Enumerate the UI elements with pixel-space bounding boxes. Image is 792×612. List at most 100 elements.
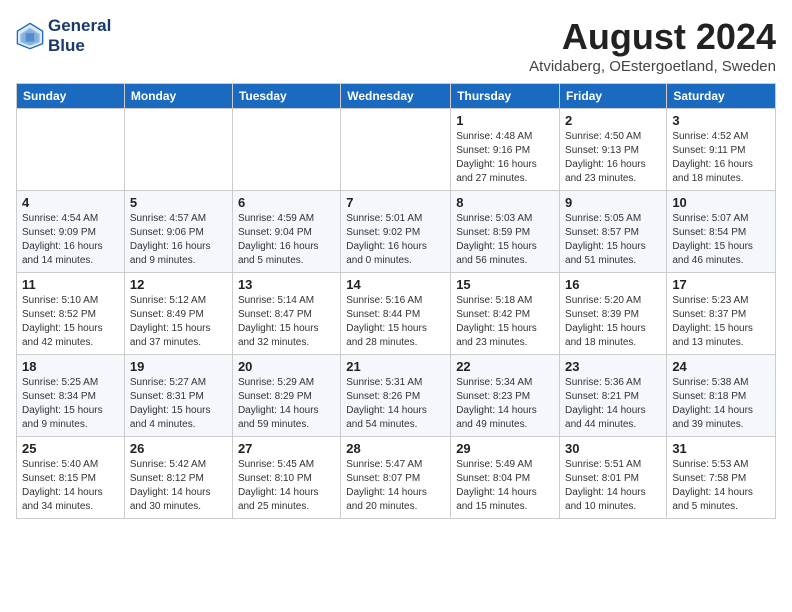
cell-day-number: 31 [672, 441, 770, 456]
calendar-cell [341, 109, 451, 191]
cell-daylight-info: Sunrise: 5:29 AM Sunset: 8:29 PM Dayligh… [238, 376, 335, 432]
calendar-cell: 20 Sunrise: 5:29 AM Sunset: 8:29 PM Dayli… [232, 355, 340, 437]
cell-daylight-info: Sunrise: 5:18 AM Sunset: 8:42 PM Dayligh… [456, 294, 554, 350]
calendar-cell: 19 Sunrise: 5:27 AM Sunset: 8:31 PM Dayli… [124, 355, 232, 437]
cell-day-number: 4 [22, 195, 119, 210]
cell-daylight-info: Sunrise: 5:03 AM Sunset: 8:59 PM Dayligh… [456, 212, 554, 268]
calendar-cell: 17 Sunrise: 5:23 AM Sunset: 8:37 PM Dayli… [667, 273, 776, 355]
cell-daylight-info: Sunrise: 5:45 AM Sunset: 8:10 PM Dayligh… [238, 458, 335, 514]
cell-day-number: 18 [22, 359, 119, 374]
cell-daylight-info: Sunrise: 5:36 AM Sunset: 8:21 PM Dayligh… [565, 376, 661, 432]
cell-daylight-info: Sunrise: 4:59 AM Sunset: 9:04 PM Dayligh… [238, 212, 335, 268]
logo-icon [16, 22, 44, 50]
calendar-cell: 31Sunrise: 5:53 AM Sunset: 7:58 PM Dayli… [667, 437, 776, 519]
calendar-week-row: 4 Sunrise: 4:54 AM Sunset: 9:09 PM Daylig… [17, 191, 776, 273]
cell-day-number: 15 [456, 277, 554, 292]
cell-day-number: 24 [672, 359, 770, 374]
cell-daylight-info: Sunrise: 5:40 AM Sunset: 8:15 PM Dayligh… [22, 458, 119, 514]
calendar-cell: 26Sunrise: 5:42 AM Sunset: 8:12 PM Dayli… [124, 437, 232, 519]
weekday-header: Saturday [667, 84, 776, 109]
cell-day-number: 29 [456, 441, 554, 456]
calendar-cell: 30 Sunrise: 5:51 AM Sunset: 8:01 PM Dayli… [560, 437, 667, 519]
calendar-cell: 16 Sunrise: 5:20 AM Sunset: 8:39 PM Dayli… [560, 273, 667, 355]
calendar-subtitle: Atvidaberg, OEstergoetland, Sweden [529, 58, 776, 75]
weekday-header: Thursday [451, 84, 560, 109]
calendar-cell: 1 Sunrise: 4:48 AM Sunset: 9:16 PM Daylig… [451, 109, 560, 191]
cell-daylight-info: Sunrise: 5:27 AM Sunset: 8:31 PM Dayligh… [130, 376, 227, 432]
calendar-cell: 11 Sunrise: 5:10 AM Sunset: 8:52 PM Dayli… [17, 273, 125, 355]
calendar-cell: 13 Sunrise: 5:14 AM Sunset: 8:47 PM Dayli… [232, 273, 340, 355]
cell-day-number: 26 [130, 441, 227, 456]
cell-day-number: 10 [672, 195, 770, 210]
cell-daylight-info: Sunrise: 5:34 AM Sunset: 8:23 PM Dayligh… [456, 376, 554, 432]
cell-day-number: 11 [22, 277, 119, 292]
cell-day-number: 16 [565, 277, 661, 292]
cell-daylight-info: Sunrise: 5:07 AM Sunset: 8:54 PM Dayligh… [672, 212, 770, 268]
cell-daylight-info: Sunrise: 4:50 AM Sunset: 9:13 PM Dayligh… [565, 130, 661, 186]
weekday-header: Tuesday [232, 84, 340, 109]
cell-day-number: 25 [22, 441, 119, 456]
cell-day-number: 13 [238, 277, 335, 292]
cell-daylight-info: Sunrise: 5:38 AM Sunset: 8:18 PM Dayligh… [672, 376, 770, 432]
cell-day-number: 20 [238, 359, 335, 374]
cell-day-number: 1 [456, 113, 554, 128]
calendar-cell: 18 Sunrise: 5:25 AM Sunset: 8:34 PM Dayli… [17, 355, 125, 437]
calendar-cell: 21 Sunrise: 5:31 AM Sunset: 8:26 PM Dayli… [341, 355, 451, 437]
cell-daylight-info: Sunrise: 5:05 AM Sunset: 8:57 PM Dayligh… [565, 212, 661, 268]
cell-daylight-info: Sunrise: 5:20 AM Sunset: 8:39 PM Dayligh… [565, 294, 661, 350]
cell-daylight-info: Sunrise: 4:54 AM Sunset: 9:09 PM Dayligh… [22, 212, 119, 268]
calendar-cell: 3 Sunrise: 4:52 AM Sunset: 9:11 PM Daylig… [667, 109, 776, 191]
calendar-cell: 29Sunrise: 5:49 AM Sunset: 8:04 PM Dayli… [451, 437, 560, 519]
weekday-header-row: SundayMondayTuesdayWednesdayThursdayFrid… [17, 84, 776, 109]
calendar-cell: 2 Sunrise: 4:50 AM Sunset: 9:13 PM Daylig… [560, 109, 667, 191]
calendar-cell: 25 Sunrise: 5:40 AM Sunset: 8:15 PM Dayli… [17, 437, 125, 519]
calendar-title: August 2024 [529, 16, 776, 58]
cell-daylight-info: Sunrise: 5:14 AM Sunset: 8:47 PM Dayligh… [238, 294, 335, 350]
cell-day-number: 6 [238, 195, 335, 210]
cell-day-number: 12 [130, 277, 227, 292]
cell-day-number: 3 [672, 113, 770, 128]
page-header: General Blue August 2024 Atvidaberg, OEs… [16, 16, 776, 75]
calendar-cell [17, 109, 125, 191]
cell-daylight-info: Sunrise: 5:12 AM Sunset: 8:49 PM Dayligh… [130, 294, 227, 350]
calendar-cell: 24 Sunrise: 5:38 AM Sunset: 8:18 PM Dayli… [667, 355, 776, 437]
calendar-week-row: 11 Sunrise: 5:10 AM Sunset: 8:52 PM Dayli… [17, 273, 776, 355]
cell-daylight-info: Sunrise: 4:52 AM Sunset: 9:11 PM Dayligh… [672, 130, 770, 186]
cell-daylight-info: Sunrise: 5:51 AM Sunset: 8:01 PM Dayligh… [565, 458, 661, 514]
cell-day-number: 27 [238, 441, 335, 456]
cell-day-number: 30 [565, 441, 661, 456]
cell-day-number: 17 [672, 277, 770, 292]
cell-day-number: 14 [346, 277, 445, 292]
cell-daylight-info: Sunrise: 4:48 AM Sunset: 9:16 PM Dayligh… [456, 130, 554, 186]
cell-daylight-info: Sunrise: 5:16 AM Sunset: 8:44 PM Dayligh… [346, 294, 445, 350]
calendar-cell: 9 Sunrise: 5:05 AM Sunset: 8:57 PM Daylig… [560, 191, 667, 273]
calendar-cell: 8Sunrise: 5:03 AM Sunset: 8:59 PM Daylig… [451, 191, 560, 273]
calendar-cell: 22 Sunrise: 5:34 AM Sunset: 8:23 PM Dayli… [451, 355, 560, 437]
cell-day-number: 23 [565, 359, 661, 374]
cell-day-number: 21 [346, 359, 445, 374]
cell-day-number: 19 [130, 359, 227, 374]
calendar-cell: 7Sunrise: 5:01 AM Sunset: 9:02 PM Daylig… [341, 191, 451, 273]
calendar-cell: 28 Sunrise: 5:47 AM Sunset: 8:07 PM Dayli… [341, 437, 451, 519]
cell-day-number: 2 [565, 113, 661, 128]
calendar-week-row: 18 Sunrise: 5:25 AM Sunset: 8:34 PM Dayli… [17, 355, 776, 437]
cell-daylight-info: Sunrise: 5:47 AM Sunset: 8:07 PM Dayligh… [346, 458, 445, 514]
logo: General Blue [16, 16, 111, 55]
cell-daylight-info: Sunrise: 5:31 AM Sunset: 8:26 PM Dayligh… [346, 376, 445, 432]
cell-daylight-info: Sunrise: 5:10 AM Sunset: 8:52 PM Dayligh… [22, 294, 119, 350]
cell-day-number: 9 [565, 195, 661, 210]
weekday-header: Friday [560, 84, 667, 109]
calendar-cell: 4 Sunrise: 4:54 AM Sunset: 9:09 PM Daylig… [17, 191, 125, 273]
cell-daylight-info: Sunrise: 5:23 AM Sunset: 8:37 PM Dayligh… [672, 294, 770, 350]
cell-day-number: 22 [456, 359, 554, 374]
calendar-table: SundayMondayTuesdayWednesdayThursdayFrid… [16, 83, 776, 519]
calendar-cell: 14 Sunrise: 5:16 AM Sunset: 8:44 PM Dayli… [341, 273, 451, 355]
cell-daylight-info: Sunrise: 5:25 AM Sunset: 8:34 PM Dayligh… [22, 376, 119, 432]
calendar-cell: 12 Sunrise: 5:12 AM Sunset: 8:49 PM Dayli… [124, 273, 232, 355]
calendar-cell: 6 Sunrise: 4:59 AM Sunset: 9:04 PM Daylig… [232, 191, 340, 273]
calendar-cell [124, 109, 232, 191]
cell-day-number: 5 [130, 195, 227, 210]
cell-day-number: 28 [346, 441, 445, 456]
weekday-header: Monday [124, 84, 232, 109]
title-area: August 2024 Atvidaberg, OEstergoetland, … [529, 16, 776, 75]
